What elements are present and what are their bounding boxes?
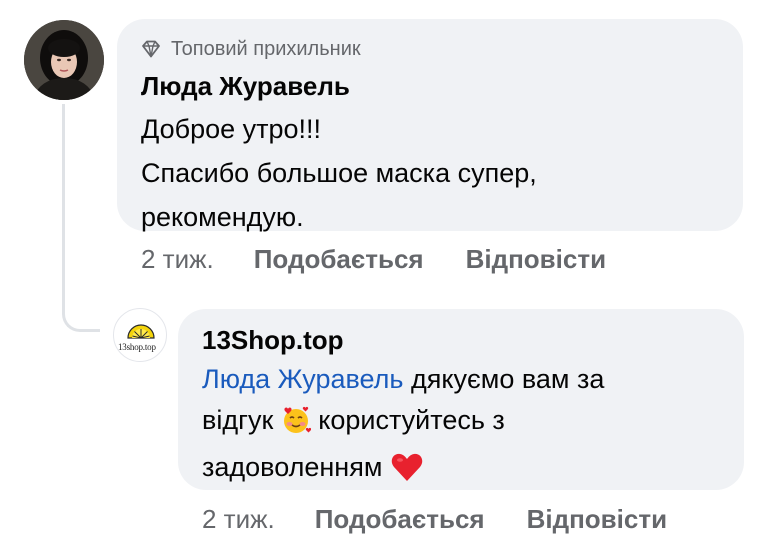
shop-avatar[interactable]: 13shop.top — [113, 308, 167, 362]
smiling-face-with-hearts-icon — [281, 405, 311, 447]
comment-text: Доброе утро!!! Спасибо большое маска суп… — [141, 107, 717, 239]
comment-line: рекомендую. — [141, 202, 304, 232]
reply-bubble: 13Shop.top Люда Журавель дякуємо вам за … — [178, 309, 744, 490]
avatar[interactable] — [24, 20, 104, 100]
reply-line: задоволенням — [202, 447, 720, 494]
reply-button[interactable]: Відповісти — [466, 244, 606, 275]
mention-link[interactable]: Люда Журавель — [202, 364, 404, 394]
thread-connector-line — [62, 104, 100, 332]
avatar-photo — [24, 20, 104, 100]
reply-line: відгук користуйтесь з — [202, 400, 720, 447]
reply-text: Люда Журавель дякуємо вам за відгук кори… — [202, 359, 720, 494]
comment-bubble: Топовий прихильник Люда Журавель Доброе … — [117, 19, 743, 232]
reply-timestamp[interactable]: 2 тиж. — [202, 504, 275, 535]
reply-button[interactable]: Відповісти — [527, 504, 667, 535]
comment-timestamp[interactable]: 2 тиж. — [141, 244, 214, 275]
reply-text-segment: дякуємо вам за — [403, 364, 605, 394]
reply-text-segment: задоволенням — [202, 452, 383, 482]
shop-logo-text: 13shop.top — [118, 342, 156, 352]
badge-label: Топовий прихильник — [171, 37, 361, 60]
diamond-icon — [141, 40, 161, 58]
reply-line: Люда Журавель дякуємо вам за — [202, 359, 720, 400]
like-button[interactable]: Подобається — [254, 244, 424, 275]
reply-text-segment: відгук — [202, 405, 274, 435]
comment-line: Доброе утро!!! — [141, 114, 322, 144]
comment-author[interactable]: Люда Журавель — [141, 69, 717, 103]
like-button[interactable]: Подобається — [315, 504, 485, 535]
red-heart-icon — [390, 452, 424, 494]
reply-text-segment: користуйтесь з — [310, 405, 505, 435]
lemon-logo-icon — [127, 324, 155, 339]
reply-actions: 2 тиж. Подобається Відповісти — [202, 504, 709, 535]
comment-actions: 2 тиж. Подобається Відповісти — [141, 244, 648, 275]
reply-author[interactable]: 13Shop.top — [202, 323, 720, 357]
comment-line: Спасибо большое маска супер, — [141, 158, 537, 188]
top-fan-badge[interactable]: Топовий прихильник — [141, 37, 717, 61]
